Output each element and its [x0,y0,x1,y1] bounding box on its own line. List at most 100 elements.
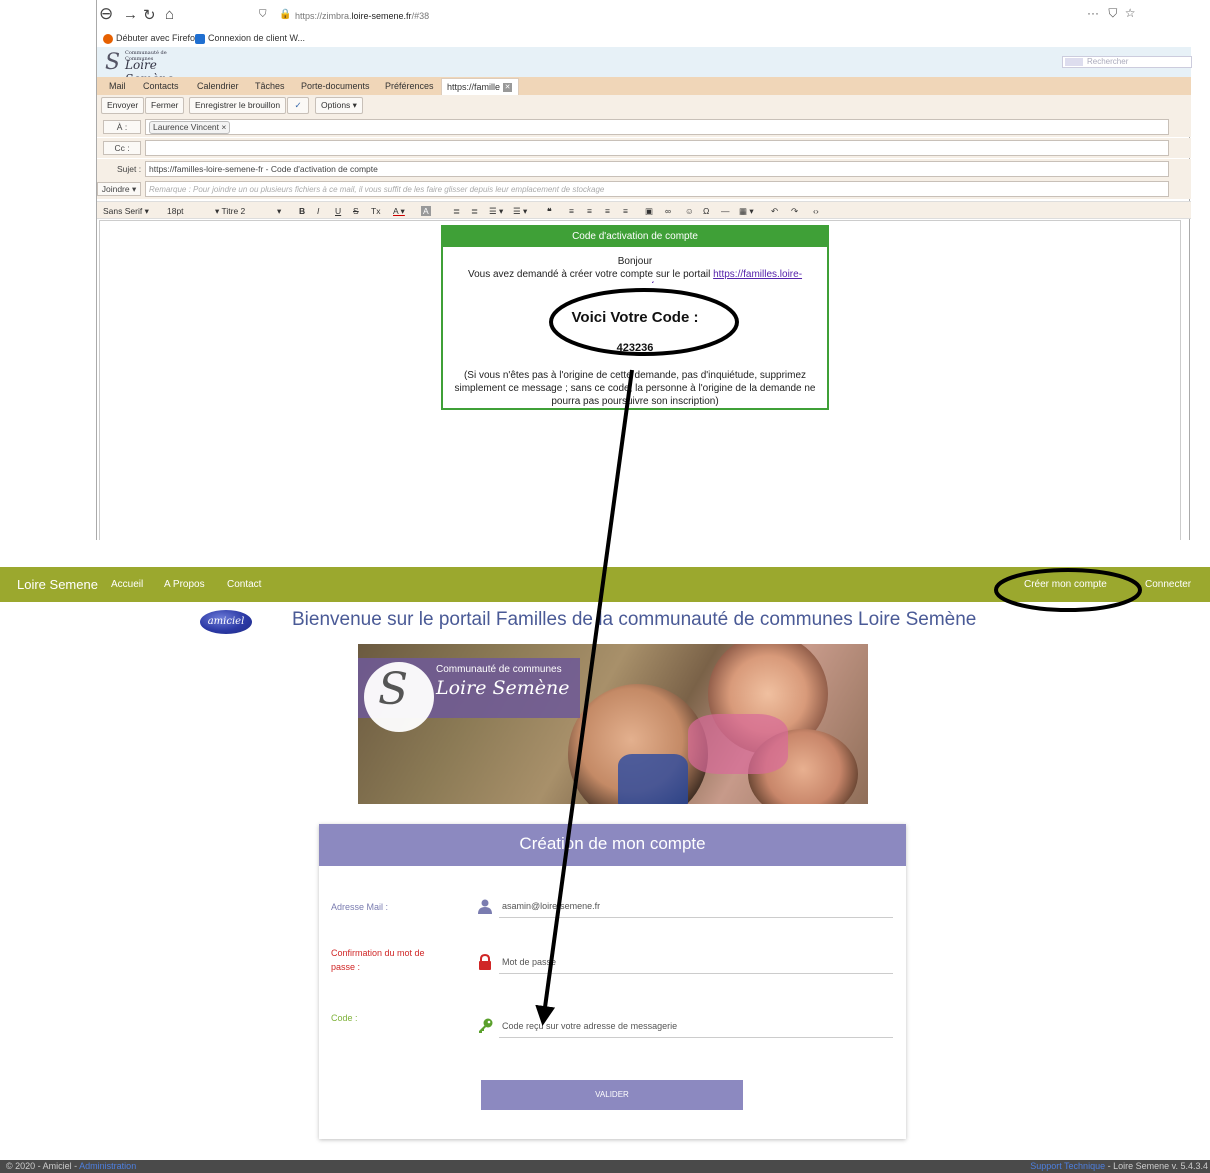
portal-brand[interactable]: Loire Semene [17,577,98,592]
highlight-icon[interactable]: A [421,206,431,216]
format-toolbar: Sans Serif ▾ 18pt ▾ Titre 2 ▾ B I U S Tx… [97,201,1191,219]
tab-calendar[interactable]: Calendrier [197,81,239,91]
reload-icon[interactable]: ↻ [143,6,156,24]
nav-accueil[interactable]: Accueil [111,579,143,590]
emoji-icon[interactable]: ☺ [685,206,694,216]
support-link[interactable]: Support Technique [1030,1161,1105,1171]
save-draft-button[interactable]: Enregistrer le brouillon [189,97,287,114]
code-input[interactable]: Code reçu sur votre adresse de messageri… [499,1018,893,1038]
italic-icon[interactable]: I [317,206,319,216]
password-input[interactable]: Mot de passe [499,954,893,974]
horizontal-rule-icon[interactable]: — [721,206,730,216]
spellcheck-icon[interactable]: ✓ [287,97,309,114]
home-icon[interactable]: ⌂ [165,6,174,23]
email-input[interactable]: asamin@loire-semene.fr [499,898,893,918]
close-button[interactable]: Fermer [145,97,185,114]
bookmark-star-icon[interactable]: ☆ [1125,6,1136,20]
create-account-link[interactable]: Créer mon compte [1024,579,1107,590]
bookmark-zimbra[interactable]: Connexion de client W... [195,33,305,44]
cc-row: Cc : [97,138,1191,158]
code-title: Voici Votre Code : [571,309,699,326]
zimbra-header: S Communauté de Communes Loire Semène Re… [97,47,1192,86]
admin-link[interactable]: Administration [79,1161,136,1171]
attach-field: Remarque : Pour joindre un ou plusieurs … [145,181,1169,197]
justify-full-icon[interactable]: ≡ [623,206,628,216]
justify-right-icon[interactable]: ≡ [605,206,610,216]
pocket-icon[interactable]: ⛉ [1108,6,1117,20]
to-field[interactable]: Laurence Vincent × [145,119,1169,135]
activation-code: 423236 [616,342,654,354]
heading-dropdown-icon[interactable]: ▾ [277,206,281,217]
lock-icon [479,954,491,970]
list-icon[interactable]: ☰ ▾ [489,206,503,217]
email-greeting: Bonjour [617,256,653,267]
align-center-icon[interactable]: ≣ [471,206,478,217]
redo-icon[interactable]: ↷ [791,206,798,217]
lock-icon: 🔒 [279,9,292,20]
validate-button[interactable]: VALIDER [481,1080,743,1110]
quote-icon[interactable]: ❝ [547,206,552,217]
table-icon[interactable]: ▦ ▾ [739,206,754,217]
link-icon[interactable]: ∞ [665,206,671,216]
attach-row: Joindre ▾ Remarque : Pour joindre un ou … [97,179,1191,199]
url-bar[interactable]: ⛉ 🔒 https://zimbra.loire-semene.fr/#38 [257,7,1017,25]
undo-icon[interactable]: ↶ [771,206,778,217]
tab-contacts[interactable]: Contacts [143,81,179,91]
bold-icon[interactable]: B [299,206,305,216]
page-actions-icon[interactable]: ··· [1087,6,1099,20]
send-button[interactable]: Envoyer [101,97,145,114]
to-row: À : Laurence Vincent × [97,117,1191,137]
url-text: https://zimbra.loire-semene.fr/#38 [295,11,430,21]
zimbra-window: ⊖ → ↻ ⌂ ⛉ 🔒 https://zimbra.loire-semene.… [96,0,1192,540]
align-left-icon[interactable]: ≣ [453,206,460,217]
size-select[interactable]: 18pt [167,206,184,216]
bookmark-firefox[interactable]: Débuter avec Firefox [103,33,200,44]
zimbra-search-input[interactable]: Rechercher [1062,56,1192,68]
recipient-chip[interactable]: Laurence Vincent × [149,121,231,134]
footer-left: © 2020 - Amiciel - Administration [6,1161,137,1171]
welcome-heading: Bienvenue sur le portail Familles de la … [292,609,977,630]
text-color-icon[interactable]: A ▾ [393,206,405,217]
cc-field[interactable] [145,140,1169,156]
heading-select[interactable]: ▾ Titre 2 [215,206,245,217]
form-title: Création de mon compte [319,824,906,866]
tab-preferences[interactable]: Préférences [385,81,434,91]
special-char-icon[interactable]: Ω [703,206,709,216]
tab-compose[interactable]: https://famille ✕ [441,78,519,95]
back-icon[interactable]: ⊖ [99,4,113,24]
forward-icon[interactable]: → [123,6,138,23]
attach-button[interactable]: Joindre ▾ [97,182,141,196]
nav-apropos[interactable]: A Propos [164,579,205,590]
subject-label: Sujet : [117,164,142,174]
font-select[interactable]: Sans Serif ▾ [103,206,149,217]
tab-tasks[interactable]: Tâches [255,81,285,91]
connect-link[interactable]: Connecter [1145,579,1191,590]
zimbra-icon [195,33,205,44]
options-button[interactable]: Options ▾ [315,97,363,114]
email-intro: Vous avez demandé à créer votre compte s… [443,269,827,283]
firefox-icon [103,33,113,44]
tab-mail[interactable]: Mail [109,81,126,91]
to-button[interactable]: À : [103,120,141,134]
tab-documents[interactable]: Porte-documents [301,81,370,91]
cc-button[interactable]: Cc : [103,141,141,155]
source-code-icon[interactable]: ‹› [813,206,819,216]
underline-icon[interactable]: U [335,206,341,216]
email-disclaimer: (Si vous n'êtes pas à l'origine de cette… [454,370,816,407]
nav-contact[interactable]: Contact [227,579,261,590]
portal-navbar: Loire Semene Accueil A Propos Contact Cr… [0,567,1210,602]
banner-name: Loire Semène [436,677,570,699]
numbered-list-icon[interactable]: ☰ ▾ [513,206,527,217]
password-row: Confirmation du mot de passe : Mot de pa… [319,948,906,988]
subject-field[interactable]: https://familles-loire-semene-fr - Code … [145,161,1169,177]
portal-footer: © 2020 - Amiciel - Administration Suppor… [0,1160,1210,1173]
image-icon[interactable]: ▣ [645,206,653,217]
strike-icon[interactable]: S [353,206,359,216]
close-icon[interactable]: ✕ [503,83,513,93]
justify-left-icon[interactable]: ≡ [569,206,574,216]
firefox-actions: ··· ⛉ ☆ [1087,6,1135,21]
zimbra-app-tabs: Mail Contacts Calendrier Tâches Porte-do… [97,77,1191,95]
clear-format-icon[interactable]: Tx [371,206,380,216]
user-icon [478,899,492,914]
justify-center-icon[interactable]: ≡ [587,206,592,216]
